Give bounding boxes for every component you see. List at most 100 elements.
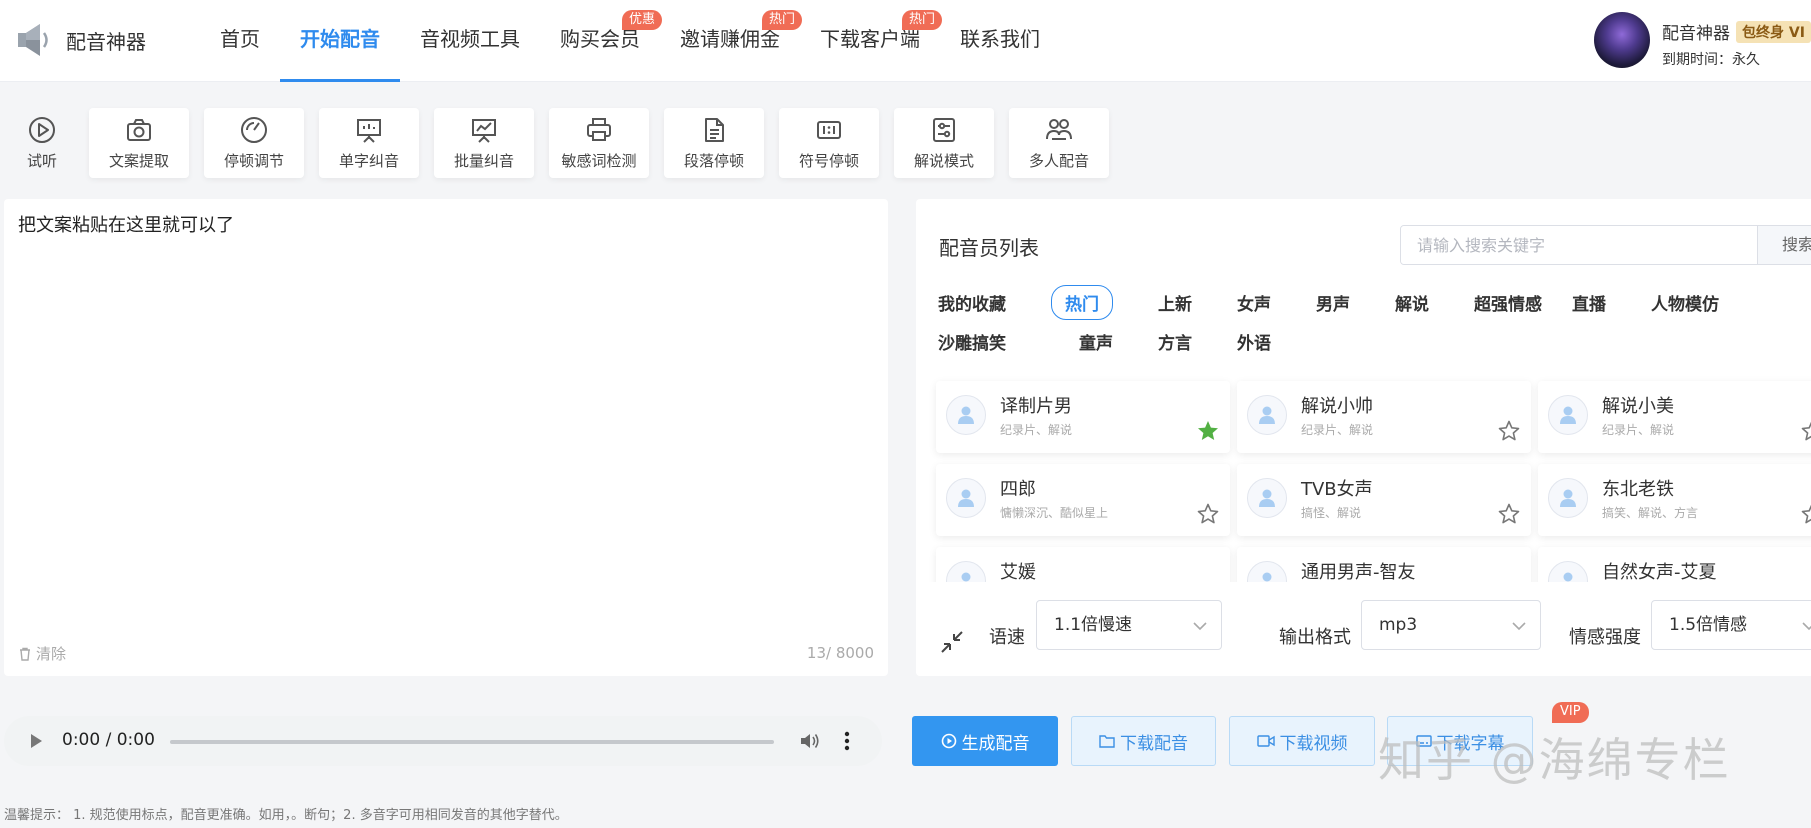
- emotion-label: 情感强度: [1569, 627, 1641, 648]
- user-icon: [1259, 406, 1275, 424]
- logo[interactable]: 配音神器: [16, 20, 146, 60]
- hot-badge: 热门: [901, 10, 942, 30]
- script-text[interactable]: 把文案粘贴在这里就可以了: [18, 211, 234, 237]
- paragraph-pause-tool-button[interactable]: 段落停顿: [664, 108, 764, 178]
- category-emotional[interactable]: 超强情感: [1460, 285, 1556, 320]
- voice-card[interactable]: 东北老铁 搞笑、解说、方言: [1538, 464, 1811, 536]
- voice-tags: 纪录片、解说: [1000, 423, 1073, 437]
- voice-name: 解说小帅: [1301, 396, 1373, 417]
- download-video-label: 下载视频: [1279, 733, 1348, 754]
- pause-adjust-tool-button[interactable]: 停顿调节: [204, 108, 304, 178]
- nav-buy-membership[interactable]: 购买会员 优惠: [540, 0, 662, 82]
- multi-voice-tool-button[interactable]: 多人配音: [1009, 108, 1109, 178]
- avatar[interactable]: [1594, 12, 1650, 68]
- category-female[interactable]: 女声: [1223, 285, 1285, 320]
- script-text-editor[interactable]: 把文案粘贴在这里就可以了 清除 13/ 8000: [4, 199, 888, 676]
- nav-label: 音视频工具: [420, 27, 520, 51]
- hot-badge: 热门: [761, 10, 802, 30]
- star-outline-icon[interactable]: [1800, 419, 1811, 443]
- generate-label: 生成配音: [961, 733, 1030, 754]
- search-button[interactable]: 搜索: [1757, 226, 1811, 264]
- nav-start-dubbing[interactable]: 开始配音: [280, 0, 400, 82]
- nav-contact-us[interactable]: 联系我们: [940, 0, 1060, 82]
- commentary-mode-tool-button[interactable]: 解说模式: [894, 108, 994, 178]
- nav-invite-commission[interactable]: 邀请赚佣金 热门: [660, 0, 802, 82]
- nav-home[interactable]: 首页: [200, 0, 280, 82]
- download-subtitle-label: 下载字幕: [1436, 733, 1505, 754]
- download-audio-button[interactable]: 下载配音: [1071, 716, 1216, 766]
- clear-label: 清除: [36, 645, 67, 663]
- nav-download-client[interactable]: 下载客户端 热门: [800, 0, 942, 82]
- voice-tags: 纪录片、解说: [1602, 423, 1675, 437]
- category-hot[interactable]: 热门: [1051, 285, 1113, 320]
- category-funny[interactable]: 沙雕搞笑: [924, 324, 1020, 359]
- voice-card[interactable]: TVB女声 搞怪、解说: [1237, 464, 1531, 536]
- user-icon: [958, 489, 974, 507]
- generate-dubbing-button[interactable]: 生成配音: [912, 716, 1058, 766]
- voice-avatar: [1548, 395, 1588, 435]
- nav-av-tools[interactable]: 音视频工具: [400, 0, 540, 82]
- voice-name: 东北老铁: [1602, 479, 1674, 500]
- printer-icon: [587, 118, 611, 141]
- tool-label: 敏感词检测: [561, 152, 637, 170]
- main-nav: 首页 开始配音 音视频工具 购买会员 优惠 邀请赚佣金 热门 下载客户端 热门 联系我…: [200, 0, 1060, 82]
- user-info: 配音神器 包终身 VI 到期时间：永久: [1662, 12, 1811, 69]
- search-input[interactable]: [1401, 226, 1757, 264]
- star-outline-icon[interactable]: [1800, 502, 1811, 526]
- voice-avatar: [946, 478, 986, 518]
- category-favorites[interactable]: 我的收藏: [924, 285, 1020, 320]
- star-filled-icon[interactable]: [1196, 419, 1220, 443]
- playback-progress-bar[interactable]: [170, 740, 774, 744]
- single-char-correct-tool-button[interactable]: 单字纠音: [319, 108, 419, 178]
- download-video-button[interactable]: 下载视频: [1229, 716, 1375, 766]
- tool-label: 单字纠音: [338, 152, 399, 170]
- category-impression[interactable]: 人物模仿: [1637, 285, 1733, 320]
- voice-card[interactable]: 解说小帅 纪录片、解说: [1237, 381, 1531, 453]
- batch-correct-tool-button[interactable]: 批量纠音: [434, 108, 534, 178]
- camera-icon: [127, 119, 151, 141]
- speed-label: 语速: [989, 627, 1025, 648]
- voice-card[interactable]: 解说小美 纪录片、解说: [1538, 381, 1811, 453]
- speed-select[interactable]: 1.1倍慢速: [1036, 600, 1222, 650]
- download-subtitle-button[interactable]: 下载字幕: [1387, 716, 1533, 766]
- voice-name: 自然女声-艾夏: [1602, 562, 1717, 583]
- voice-avatar: [1548, 478, 1588, 518]
- star-outline-icon[interactable]: [1497, 502, 1521, 526]
- category-livestream[interactable]: 直播: [1558, 285, 1620, 320]
- tool-label: 符号停顿: [798, 152, 859, 170]
- folder-icon: [1099, 735, 1115, 748]
- user-icon: [958, 406, 974, 424]
- star-outline-icon[interactable]: [1497, 419, 1521, 443]
- preview-tool-button[interactable]: 试听: [0, 108, 84, 178]
- voice-name: 四郎: [1000, 479, 1036, 500]
- download-audio-label: 下载配音: [1120, 733, 1188, 754]
- text-extract-tool-button[interactable]: 文案提取: [89, 108, 189, 178]
- symbol-pause-tool-button[interactable]: 符号停顿: [779, 108, 879, 178]
- star-outline-icon[interactable]: [1196, 502, 1220, 526]
- category-child[interactable]: 童声: [1065, 324, 1127, 359]
- user-icon: [1259, 489, 1275, 507]
- promo-badge: 优惠: [621, 10, 662, 30]
- category-commentary[interactable]: 解说: [1381, 285, 1443, 320]
- play-icon[interactable]: [28, 732, 44, 750]
- category-dialect[interactable]: 方言: [1144, 324, 1206, 359]
- format-label: 输出格式: [1279, 627, 1351, 648]
- category-new[interactable]: 上新: [1144, 285, 1206, 320]
- volume-icon[interactable]: [799, 731, 821, 751]
- more-options-icon[interactable]: [843, 730, 851, 752]
- voice-name: TVB女声: [1301, 479, 1373, 500]
- category-male[interactable]: 男声: [1302, 285, 1364, 320]
- emotion-select[interactable]: 1.5倍情感: [1651, 600, 1811, 650]
- search-bar: 搜索: [1400, 225, 1811, 265]
- voice-card[interactable]: 四郎 慵懒深沉、酷似星上: [936, 464, 1230, 536]
- emotion-value: 1.5倍情感: [1669, 615, 1748, 635]
- sensitive-word-check-tool-button[interactable]: 敏感词检测: [549, 108, 649, 178]
- voice-card[interactable]: 译制片男 纪录片、解说: [936, 381, 1230, 453]
- collapse-icon[interactable]: [938, 628, 966, 656]
- format-select[interactable]: mp3: [1361, 600, 1541, 650]
- category-foreign[interactable]: 外语: [1223, 324, 1285, 359]
- user-profile[interactable]: 配音神器 包终身 VI 到期时间：永久: [1594, 12, 1811, 69]
- clear-button[interactable]: 清除: [18, 643, 66, 664]
- voice-name: 译制片男: [1000, 396, 1072, 417]
- play-circle-icon: [29, 117, 55, 143]
